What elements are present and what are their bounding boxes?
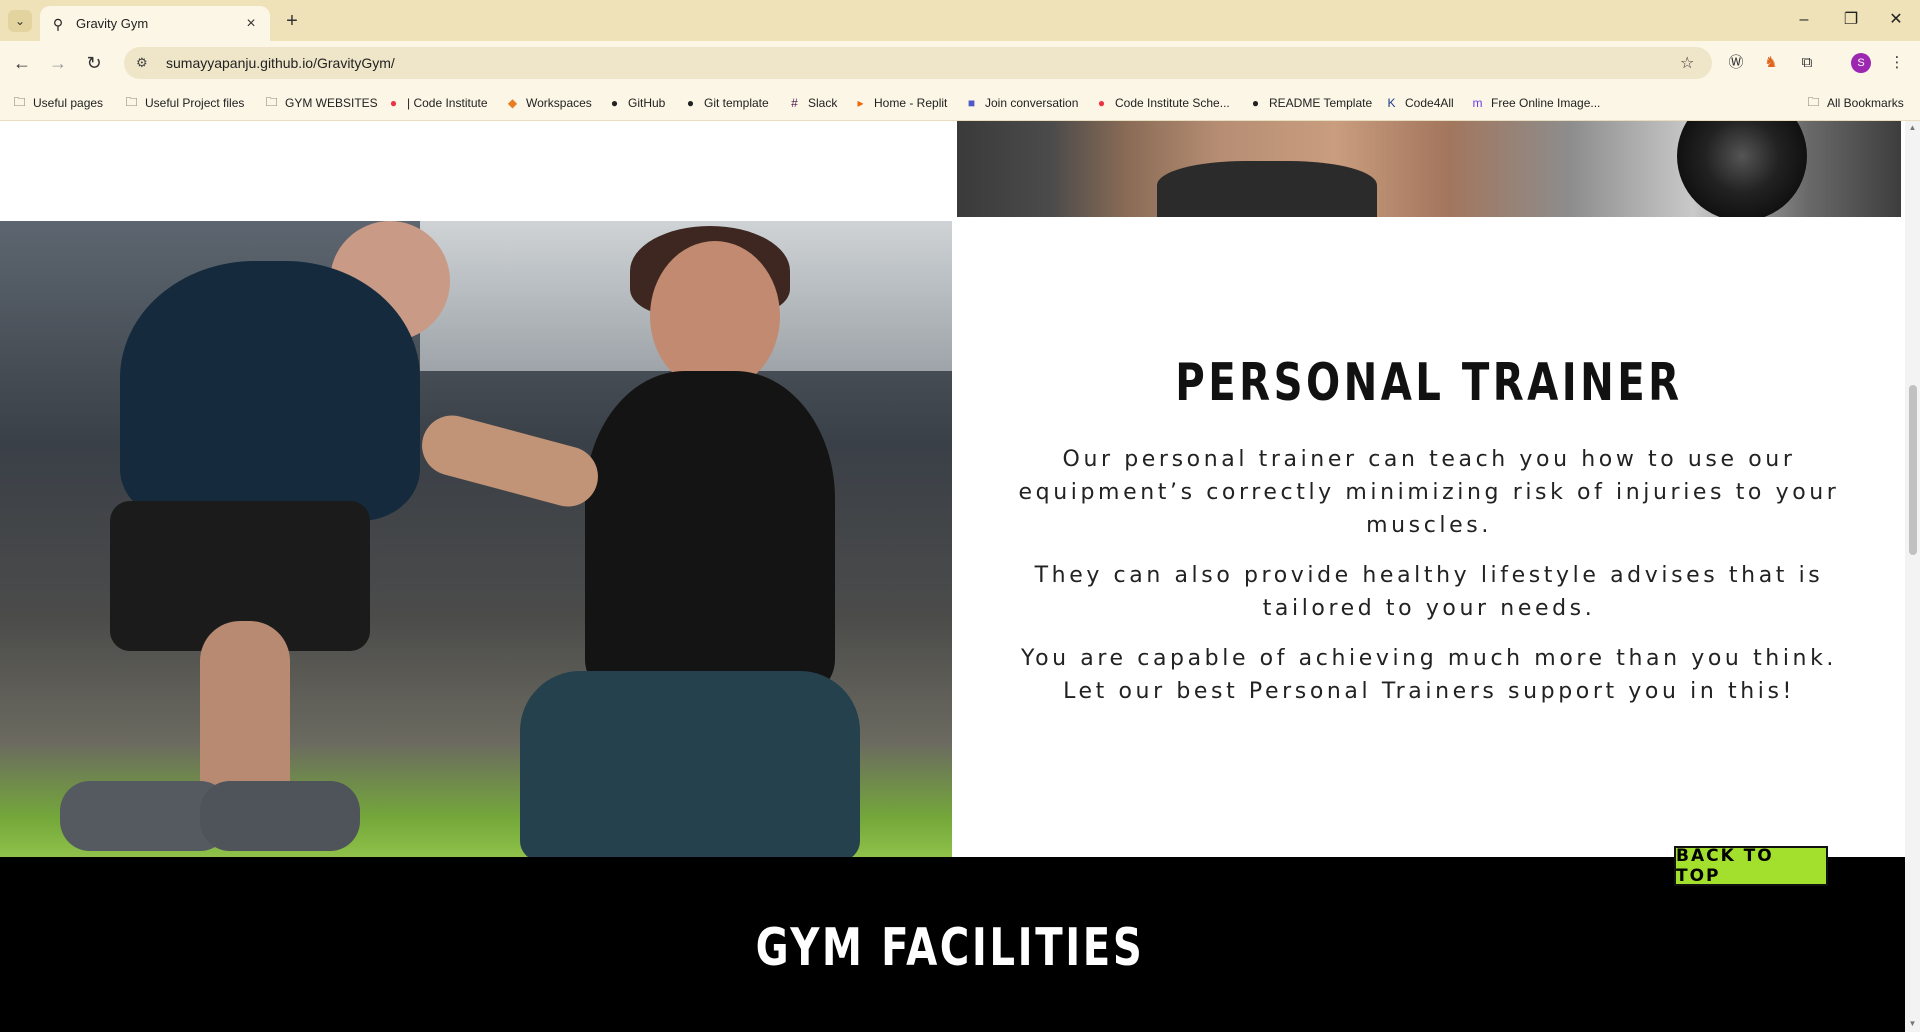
slack-icon: #: [791, 96, 798, 110]
bookmark-useful-pages[interactable]: 🗀 Useful pages: [12, 94, 103, 112]
reload-button[interactable]: ↻: [80, 49, 108, 77]
bookmark-join-conversation[interactable]: ■ Join conversation: [964, 94, 1079, 112]
bookmark-code4all[interactable]: K Code4All: [1384, 94, 1453, 112]
restore-button[interactable]: ❐: [1829, 8, 1873, 32]
github-icon: ●: [610, 96, 619, 110]
profile-avatar[interactable]: S: [1851, 53, 1871, 73]
tab-search-button[interactable]: ⌄: [8, 10, 32, 32]
extension-icon[interactable]: ♞: [1760, 52, 1782, 74]
wordpress-extension-icon[interactable]: Ⓦ: [1725, 52, 1747, 74]
k-icon: K: [1387, 96, 1396, 110]
chevron-down-icon: ⌄: [14, 14, 26, 28]
dumbbell-figure-icon: ⚲: [52, 15, 64, 32]
tab-gravity-gym[interactable]: ⚲ Gravity Gym ×: [40, 6, 270, 41]
page-scrollbar[interactable]: ▲ ▼: [1905, 121, 1920, 1032]
minimize-button[interactable]: –: [1782, 8, 1826, 32]
toolbar: ← → ↻ ⚙ sumayyapanju.github.io/GravityGy…: [0, 41, 1920, 85]
bookmark-github[interactable]: ● GitHub: [607, 94, 665, 112]
reload-icon: ↻: [86, 53, 102, 73]
scrollbar-thumb[interactable]: [1909, 385, 1917, 555]
personal-trainer-paragraph-3: You are capable of achieving much more t…: [1020, 646, 1838, 704]
tab-title: Gravity Gym: [76, 16, 149, 31]
url-text[interactable]: sumayyapanju.github.io/GravityGym/: [166, 55, 1680, 71]
page-viewport: PERSONAL TRAINER Our personal trainer ca…: [0, 121, 1905, 1032]
gym-facilities-section: GYM FACILITIES: [0, 857, 1905, 1032]
bookmark-readme-template[interactable]: ● README Template: [1248, 94, 1372, 112]
bookmark-gym-websites[interactable]: 🗀 GYM WEBSITES: [264, 94, 377, 112]
bookmark-slack[interactable]: # Slack: [787, 94, 837, 112]
personal-trainer-section: PERSONAL TRAINER Our personal trainer ca…: [957, 221, 1901, 857]
bookmark-star-icon[interactable]: ☆: [1680, 53, 1700, 73]
personal-trainer-paragraph-2: They can also provide healthy lifestyle …: [1034, 563, 1824, 621]
gym-facilities-heading: GYM FACILITIES: [755, 918, 1145, 978]
bookmark-git-template[interactable]: ● Git template: [683, 94, 769, 112]
scroll-down-icon[interactable]: ▼: [1908, 1019, 1917, 1029]
bookmark-code-institute-schedule[interactable]: ● Code Institute Sche...: [1094, 94, 1230, 112]
github-icon: ●: [1251, 96, 1260, 110]
gitpod-icon: ◆: [507, 96, 518, 110]
arrow-left-icon: ←: [13, 53, 31, 73]
browser-chrome: ⌄ ⚲ Gravity Gym × + – ❐ ✕ ← → ↻ ⚙ sumayy…: [0, 0, 1920, 121]
all-bookmarks[interactable]: 🗀 All Bookmarks: [1806, 94, 1903, 112]
folder-icon: 🗀: [13, 94, 26, 109]
folder-icon: 🗀: [125, 94, 138, 109]
folder-icon: 🗀: [1807, 94, 1820, 109]
extensions-puzzle-icon[interactable]: ⧉: [1796, 52, 1818, 74]
personal-trainer-image: [0, 221, 952, 857]
code-institute-icon: ●: [389, 96, 398, 110]
bookmark-workspaces[interactable]: ◆ Workspaces: [505, 94, 592, 112]
personal-trainer-heading: PERSONAL TRAINER: [1175, 353, 1683, 413]
site-info-icon[interactable]: ⚙: [136, 55, 156, 71]
menu-kebab-icon[interactable]: ⋮: [1886, 52, 1908, 74]
address-bar[interactable]: ⚙ sumayyapanju.github.io/GravityGym/ ☆: [124, 47, 1712, 79]
bookmark-code-institute[interactable]: ● | Code Institute: [386, 94, 488, 112]
close-tab-icon[interactable]: ×: [242, 15, 260, 33]
close-window-button[interactable]: ✕: [1874, 8, 1918, 32]
bookmark-replit[interactable]: ▸ Home - Replit: [853, 94, 947, 112]
forward-button[interactable]: →: [44, 49, 72, 77]
bookmark-free-online-image[interactable]: m Free Online Image...: [1470, 94, 1601, 112]
personal-trainer-paragraph-1: Our personal trainer can teach you how t…: [1018, 447, 1840, 538]
back-button[interactable]: ←: [8, 49, 36, 77]
new-tab-button[interactable]: +: [280, 10, 304, 32]
github-icon: ●: [686, 96, 695, 110]
folder-icon: 🗀: [265, 94, 278, 109]
replit-icon: ▸: [857, 96, 864, 110]
back-to-top-button[interactable]: BACK TO TOP: [1674, 846, 1828, 886]
teams-icon: ■: [967, 96, 976, 110]
fitness-model-image: [957, 121, 1901, 217]
scroll-up-icon[interactable]: ▲: [1908, 123, 1917, 133]
code-institute-icon: ●: [1097, 96, 1106, 110]
arrow-right-icon: →: [49, 53, 67, 73]
bookmark-useful-project-files[interactable]: 🗀 Useful Project files: [124, 94, 244, 112]
tab-strip: ⌄ ⚲ Gravity Gym × + – ❐ ✕: [0, 0, 1920, 41]
bookmarks-bar: 🗀 Useful pages 🗀 Useful Project files 🗀 GYM…: [0, 85, 1920, 121]
image-icon: m: [1472, 96, 1483, 110]
